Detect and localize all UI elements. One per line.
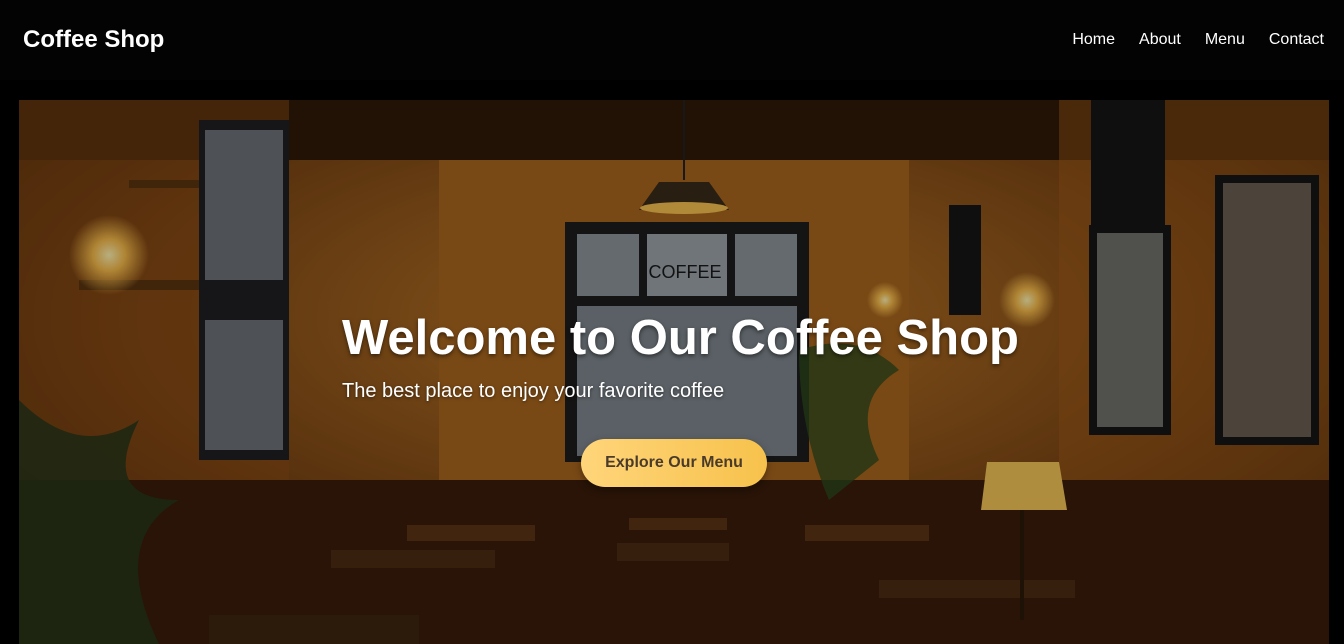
hero-subtitle: The best place to enjoy your favorite co… xyxy=(342,380,725,403)
hero-title: Welcome to Our Coffee Shop xyxy=(342,311,1019,365)
nav-links: Home About Menu Contact xyxy=(1072,31,1324,49)
hero-content: Welcome to Our Coffee Shop The best plac… xyxy=(342,310,1042,403)
explore-menu-button[interactable]: Explore Our Menu xyxy=(581,439,767,487)
navbar: Coffee Shop Home About Menu Contact xyxy=(0,0,1344,80)
hero-section: COFFEE Welcome to Our Coffee Shop The be… xyxy=(19,100,1329,644)
nav-link-menu[interactable]: Menu xyxy=(1205,31,1245,49)
nav-link-contact[interactable]: Contact xyxy=(1269,31,1324,49)
nav-link-home[interactable]: Home xyxy=(1072,31,1115,49)
nav-link-about[interactable]: About xyxy=(1139,31,1181,49)
brand-logo[interactable]: Coffee Shop xyxy=(23,26,164,54)
